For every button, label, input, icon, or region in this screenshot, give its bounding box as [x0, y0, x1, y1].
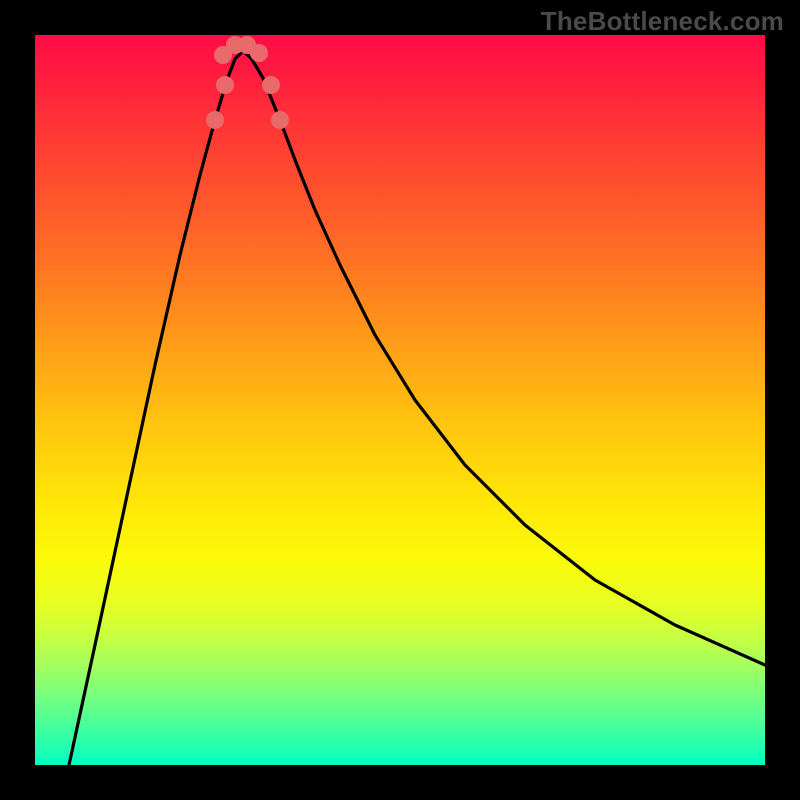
- trough-marker: [216, 76, 234, 94]
- trough-marker: [206, 111, 224, 129]
- watermark-text: TheBottleneck.com: [541, 6, 784, 37]
- bottleneck-curve: [69, 51, 765, 765]
- outer-frame: TheBottleneck.com: [0, 0, 800, 800]
- trough-marker: [271, 111, 289, 129]
- plot-area: [35, 35, 765, 765]
- chart-svg: [35, 35, 765, 765]
- trough-markers: [206, 36, 289, 129]
- trough-marker: [250, 44, 268, 62]
- trough-marker: [262, 76, 280, 94]
